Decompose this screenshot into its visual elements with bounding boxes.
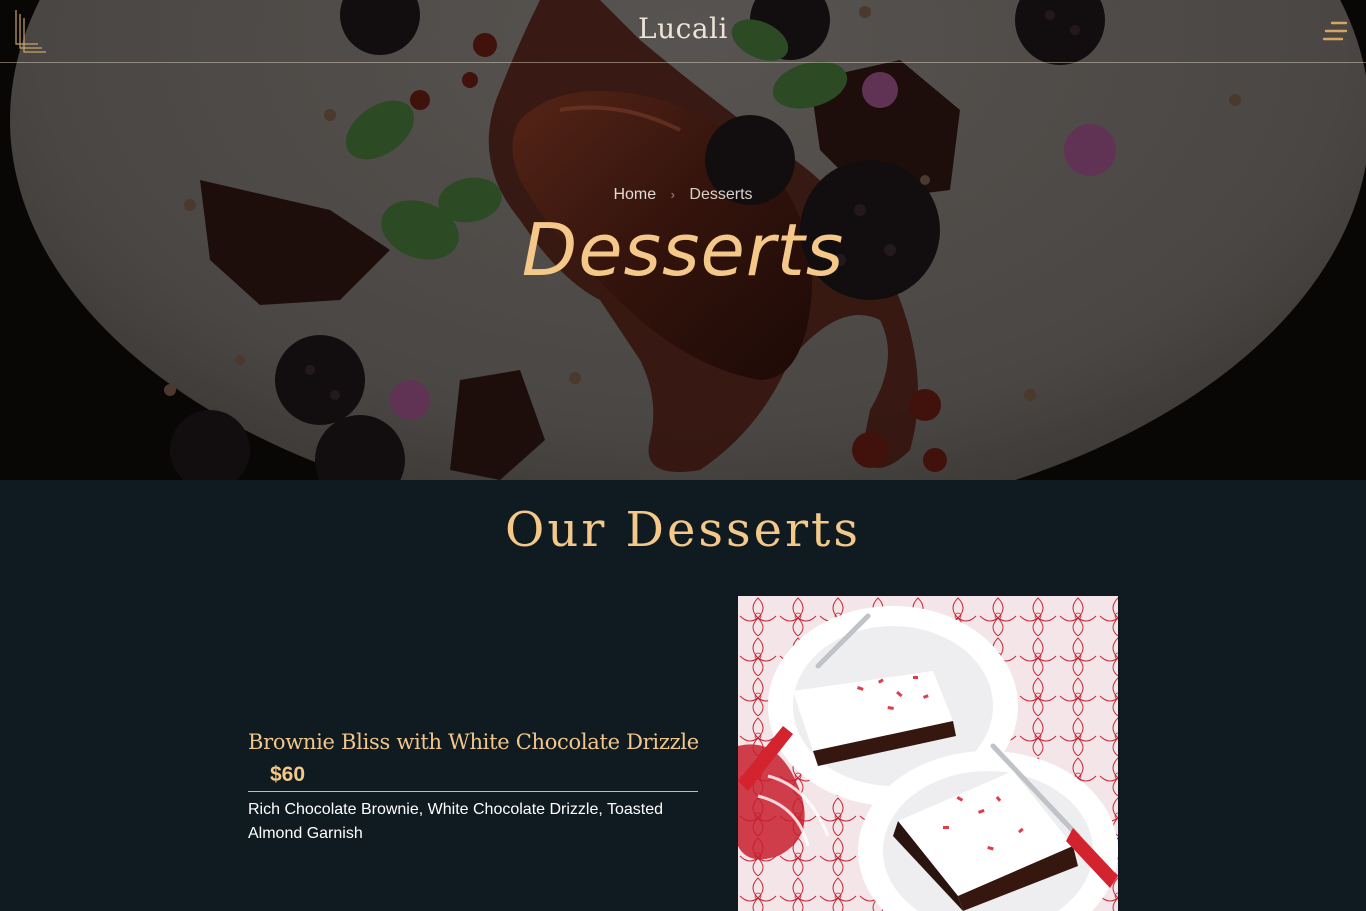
breadcrumb-current: Desserts	[689, 186, 753, 203]
top-navigation-bar: Lucali	[0, 0, 1366, 63]
menu-item-description: Rich Chocolate Brownie, White Chocolate …	[248, 801, 664, 842]
hero-banner: Lucali Home › Desserts Desserts	[0, 0, 1366, 480]
menu-item-divider	[248, 791, 698, 792]
menu-item-price: $60	[270, 763, 306, 786]
section-title: Our Desserts	[505, 502, 861, 558]
peppermint-brownie-photo	[738, 596, 1118, 911]
menu-item-name: Brownie Bliss with White Chocolate Drizz…	[248, 730, 699, 754]
desserts-menu-section: Our Desserts Brownie Bliss with White Ch…	[0, 480, 1366, 911]
breadcrumb-home-link[interactable]: Home	[613, 186, 656, 203]
page-title: Desserts	[521, 208, 845, 292]
brand-name[interactable]: Lucali	[0, 12, 1366, 45]
breadcrumb: Home › Desserts	[0, 186, 1366, 204]
hamburger-menu-icon[interactable]	[1320, 18, 1350, 44]
chevron-right-icon: ›	[670, 187, 675, 202]
